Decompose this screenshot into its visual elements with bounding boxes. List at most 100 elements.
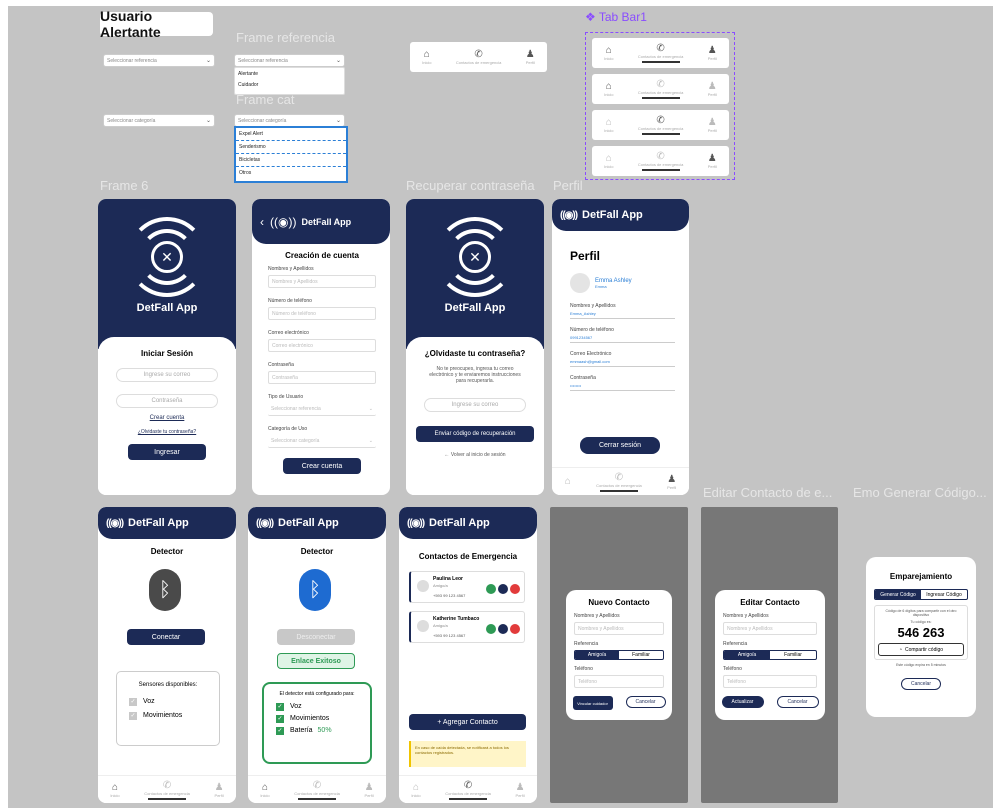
tab-inicio[interactable]: ⌂ Inicio: [604, 81, 613, 97]
cancel-button[interactable]: Cancelar: [901, 678, 941, 690]
tab-perfil[interactable]: ♟ Perfil: [708, 81, 717, 97]
contact-card[interactable]: Paulina Leor Amigo/a +593 99 123 4567: [409, 571, 525, 603]
sensor-label: Batería: [290, 727, 313, 734]
reference-toggle[interactable]: Amigo/a Familiar: [574, 650, 664, 660]
tab-perfil[interactable]: ♟ Perfil: [215, 782, 224, 798]
edit-icon[interactable]: [498, 584, 508, 594]
phone-input[interactable]: Número de teléfono: [268, 307, 376, 320]
reference-toggle[interactable]: Amigo/a Familiar: [723, 650, 817, 660]
add-contact-button[interactable]: + Agregar Contacto: [409, 714, 526, 730]
pairing-tabs[interactable]: Generar Código Ingresar Código: [874, 589, 968, 600]
select-categoria-closed[interactable]: Seleccionar categoría ⌄: [103, 114, 215, 127]
call-icon[interactable]: [486, 584, 496, 594]
select-referencia-closed[interactable]: Seleccionar referencia ⌄: [103, 54, 215, 67]
tab-inicio[interactable]: ⌂ Inicio: [411, 782, 420, 798]
email-input[interactable]: Correo electrónico: [268, 339, 376, 352]
update-button[interactable]: Actualizar: [721, 696, 764, 708]
select-value: Seleccionar categoría: [107, 117, 156, 124]
back-icon[interactable]: ‹: [260, 215, 264, 229]
dropdown-option[interactable]: Cuidador: [238, 82, 341, 88]
dropdown-option[interactable]: Otros: [236, 167, 346, 180]
forgot-password-link[interactable]: ¿Olvidaste tu contraseña?: [98, 429, 236, 435]
edit-icon[interactable]: [498, 624, 508, 634]
tab-contactos[interactable]: ✆ Contactos de emergencia: [638, 79, 683, 99]
name-input[interactable]: Nombres y Apellidos: [574, 622, 664, 635]
app-header: ((◉)) DetFall App: [98, 507, 236, 539]
tab-contactos[interactable]: ✆ Contactos de emergencia: [445, 780, 491, 800]
tab-inicio[interactable]: ⌂ Inicio: [260, 782, 269, 798]
option-familiar[interactable]: Familiar: [770, 651, 816, 659]
phone-input[interactable]: Teléfono: [723, 675, 817, 688]
tab-inicio[interactable]: ⌂ Inicio: [604, 153, 613, 169]
category-select[interactable]: Seleccionar categoría ⌄: [268, 435, 376, 448]
tab-contactos[interactable]: ✆ Contactos de emergencia: [596, 472, 642, 492]
tab-variant-1: ⌂ Inicio ✆ Contactos de emergencia ♟ Perfil: [592, 38, 729, 68]
disconnect-button[interactable]: Desconectar: [277, 629, 355, 645]
contact-card[interactable]: Katherine Tumbaco Amigo/a +593 99 123 45…: [409, 611, 525, 643]
logout-button[interactable]: Cerrar sesión: [580, 437, 660, 454]
tab-enter-code[interactable]: Ingresar Código: [921, 590, 967, 599]
connect-button[interactable]: Conectar: [127, 629, 205, 645]
field-value[interactable]: emmaash@gmail.com: [570, 357, 675, 367]
tab-contactos[interactable]: ✆ Contactos de emergencia: [294, 780, 340, 800]
tab-contactos[interactable]: ✆ Contactos de emergencia: [456, 49, 502, 65]
tab-perfil[interactable]: ♟ Perfil: [516, 782, 525, 798]
phone-icon: ✆: [614, 471, 624, 483]
tab-perfil[interactable]: ♟ Perfil: [526, 49, 535, 65]
name-input[interactable]: Nombres y Apellidos: [268, 275, 376, 288]
login-button[interactable]: Ingresar: [128, 444, 206, 460]
tab-inicio[interactable]: ⌂ Inicio: [110, 782, 119, 798]
app-name: DetFall App: [582, 209, 643, 221]
field-value[interactable]: ••••••••: [570, 381, 675, 391]
cancel-button[interactable]: Cancelar: [625, 696, 666, 708]
option-amigo[interactable]: Amigo/a: [575, 651, 619, 659]
tab-contactos[interactable]: ✆ Contactos de emergencia: [638, 43, 683, 63]
tab-generate-code[interactable]: Generar Código: [875, 590, 921, 599]
delete-icon[interactable]: [510, 624, 520, 634]
tab-contactos[interactable]: ✆ Contactos de emergencia: [638, 151, 683, 171]
user-name: Emma Ashley: [595, 277, 632, 284]
tab-perfil[interactable]: ♟ Perfil: [708, 117, 717, 133]
user-icon: ♟: [214, 781, 224, 793]
tab-perfil[interactable]: ♟ Perfil: [708, 153, 717, 169]
call-icon[interactable]: [486, 624, 496, 634]
frame-label-generar: Emo Generar Código...: [853, 485, 987, 500]
login-hero: ✕ DetFall App: [98, 199, 236, 349]
tab-perfil[interactable]: ♟ Perfil: [365, 782, 374, 798]
tab-contactos[interactable]: ✆ Contactos de emergencia: [144, 780, 190, 800]
tab-inicio[interactable]: ⌂ Inicio: [604, 117, 613, 133]
select-referencia-open[interactable]: Seleccionar referencia ⌄: [234, 54, 345, 67]
email-input[interactable]: Ingrese su correo: [116, 368, 218, 382]
send-code-button[interactable]: Enviar código de recuperación: [416, 426, 534, 442]
tab-perfil[interactable]: ♟ Perfil: [667, 474, 676, 490]
create-account-link[interactable]: Crear cuenta: [98, 415, 236, 421]
field-value[interactable]: Emma_Ashley: [570, 309, 675, 319]
save-contact-button[interactable]: Vincular cuidador: [572, 696, 613, 710]
tab-inicio[interactable]: ⌂: [565, 476, 571, 487]
name-input[interactable]: Nombres y Apellidos: [723, 622, 817, 635]
password-input[interactable]: Contraseña: [268, 371, 376, 384]
share-code-button[interactable]: ◔ Compartir código: [878, 643, 964, 656]
create-account-button[interactable]: Crear cuenta: [283, 458, 361, 474]
password-input[interactable]: Contraseña: [116, 394, 218, 408]
email-input[interactable]: Ingrese su correo: [424, 398, 526, 412]
dropdown-option[interactable]: Alertante: [238, 71, 341, 82]
cancel-button[interactable]: Cancelar: [776, 696, 819, 708]
option-amigo[interactable]: Amigo/a: [724, 651, 770, 659]
tab-inicio[interactable]: ⌂ Inicio: [604, 45, 613, 61]
checkbox-icon: ✓: [276, 715, 284, 723]
option-familiar[interactable]: Familiar: [619, 651, 663, 659]
dropdown-option[interactable]: Bicicletas: [236, 154, 346, 167]
user-type-select[interactable]: Seleccionar referencia ⌄: [268, 403, 376, 416]
dropdown-option[interactable]: Expel Alert: [236, 128, 346, 141]
field-value[interactable]: 0991234567: [570, 333, 675, 343]
tab-perfil[interactable]: ♟ Perfil: [708, 45, 717, 61]
tab-inicio[interactable]: ⌂ Inicio: [422, 49, 431, 65]
dropdown-option[interactable]: Senderismo: [236, 141, 346, 154]
tab-label: Perfil: [707, 128, 717, 133]
delete-icon[interactable]: [510, 584, 520, 594]
tab-contactos[interactable]: ✆ Contactos de emergencia: [638, 115, 683, 135]
sensor-label: Voz: [143, 698, 155, 705]
back-to-login-link[interactable]: ← Volver al inicio de sesión: [406, 452, 544, 458]
phone-input[interactable]: Teléfono: [574, 675, 664, 688]
